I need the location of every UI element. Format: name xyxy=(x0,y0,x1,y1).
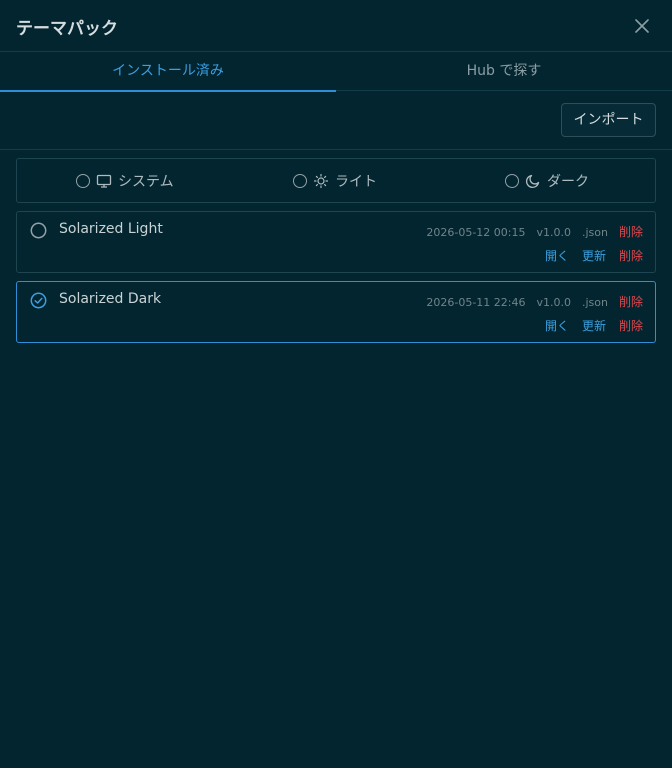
tab-hub[interactable]: Hub で探す xyxy=(336,52,672,90)
dialog-header: テーマパック xyxy=(0,0,672,52)
update-button[interactable]: 更新 xyxy=(582,247,606,264)
mode-label-dark: ダーク xyxy=(547,173,589,190)
tab-bar: インストール済み Hub で探す xyxy=(0,52,672,92)
theme-meta: 2026-05-12 00:15 v1.0.0 .json 削除 xyxy=(426,223,643,240)
moon-icon xyxy=(525,173,541,189)
theme-item-solarized-light[interactable]: Solarized Light 2026-05-12 00:15 v1.0.0 … xyxy=(16,211,656,273)
radio-unchecked-icon[interactable] xyxy=(293,173,307,188)
toolbar: インポート xyxy=(0,91,672,150)
radio-unchecked-icon[interactable] xyxy=(505,173,519,188)
radio-unchecked-icon xyxy=(30,222,47,239)
theme-date: 2026-05-12 00:15 xyxy=(426,226,526,239)
mode-label-system: システム xyxy=(118,173,174,190)
import-button[interactable]: インポート xyxy=(561,103,656,137)
close-button[interactable] xyxy=(630,14,654,38)
theme-version: v1.0.0 xyxy=(536,226,571,239)
theme-extension: .json xyxy=(581,226,608,239)
theme-name: Solarized Dark xyxy=(59,291,162,307)
monitor-icon xyxy=(96,173,112,189)
theme-version: v1.0.0 xyxy=(536,296,571,309)
open-button[interactable]: 開く xyxy=(545,317,569,334)
theme-actions: 開く 更新 削除 xyxy=(545,247,643,264)
radio-checked-icon xyxy=(30,292,47,309)
theme-radio[interactable] xyxy=(30,222,47,239)
theme-extension: .json xyxy=(581,296,608,309)
delete-link[interactable]: 削除 xyxy=(619,223,643,240)
delete-link[interactable]: 削除 xyxy=(619,293,643,310)
open-button[interactable]: 開く xyxy=(545,247,569,264)
mode-option-system[interactable]: システム xyxy=(76,159,174,202)
mode-label-light: ライト xyxy=(335,173,377,190)
radio-unchecked-icon[interactable] xyxy=(76,173,90,188)
theme-pack-dialog: テーマパック インストール済み Hub で探す インポート システム ライト ダ… xyxy=(0,0,672,768)
delete-button[interactable]: 削除 xyxy=(619,247,643,264)
update-button[interactable]: 更新 xyxy=(582,317,606,334)
theme-meta: 2026-05-11 22:46 v1.0.0 .json 削除 xyxy=(426,293,643,310)
theme-date: 2026-05-11 22:46 xyxy=(426,296,526,309)
dialog-title: テーマパック xyxy=(16,19,118,39)
mode-option-dark[interactable]: ダーク xyxy=(505,159,589,202)
mode-option-light[interactable]: ライト xyxy=(293,159,377,202)
sun-icon xyxy=(313,173,329,189)
close-icon xyxy=(635,19,649,33)
theme-item-solarized-dark[interactable]: Solarized Dark 2026-05-11 22:46 v1.0.0 .… xyxy=(16,281,656,343)
theme-radio[interactable] xyxy=(30,292,47,309)
theme-actions: 開く 更新 削除 xyxy=(545,317,643,334)
theme-name: Solarized Light xyxy=(59,221,163,237)
tab-installed[interactable]: インストール済み xyxy=(0,52,336,92)
delete-button[interactable]: 削除 xyxy=(619,317,643,334)
mode-selector: システム ライト ダーク xyxy=(16,158,656,203)
